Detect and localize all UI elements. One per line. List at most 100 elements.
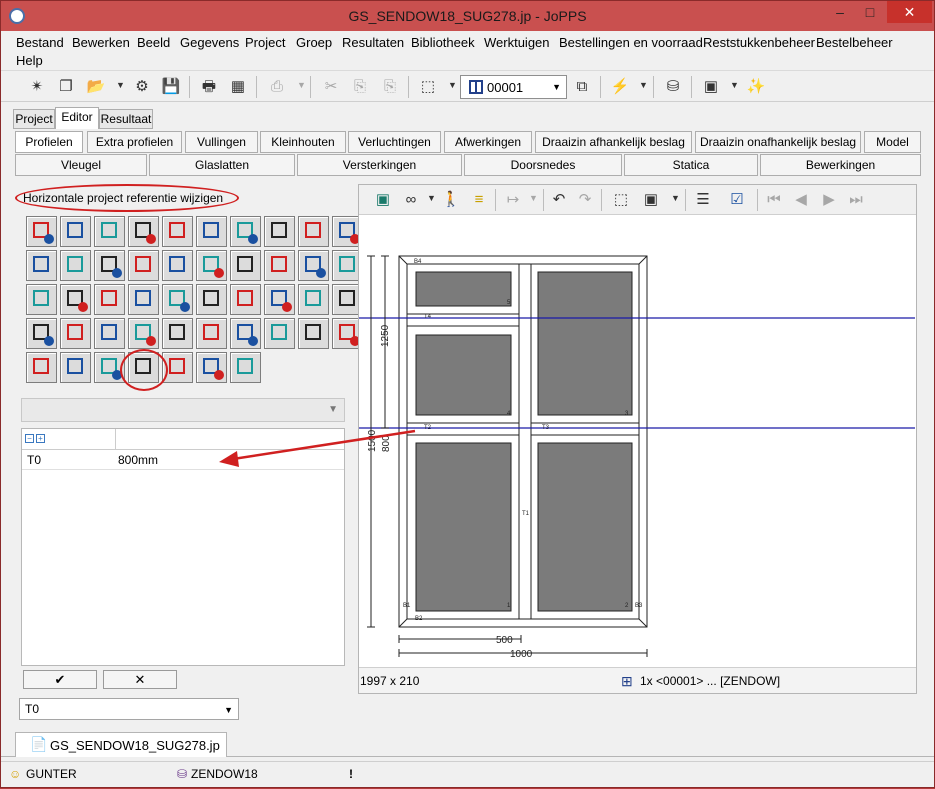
chevron-down-icon[interactable]: ▼ xyxy=(297,80,306,90)
subtab-bewerkingen[interactable]: Bewerkingen xyxy=(760,154,921,176)
expand-all-icon[interactable]: + xyxy=(36,434,45,443)
subtab-kleinhouten[interactable]: Kleinhouten xyxy=(260,131,346,153)
chevron-down-icon[interactable]: ▼ xyxy=(671,193,680,203)
subtab-model[interactable]: Model xyxy=(864,131,921,153)
subtab-statica[interactable]: Statica xyxy=(624,154,758,176)
glass-pane[interactable] xyxy=(537,271,633,416)
menu-gegevens[interactable]: Gegevens xyxy=(180,35,239,50)
table-icon[interactable]: ▦ xyxy=(226,75,250,99)
profile-tool-button[interactable] xyxy=(128,284,159,315)
chevron-down-icon[interactable]: ▼ xyxy=(448,80,457,90)
tab-project[interactable]: Project xyxy=(13,109,55,129)
subtab-extra-profielen[interactable]: Extra profielen xyxy=(87,131,182,153)
magic-wand-icon[interactable]: ✨ xyxy=(744,75,768,99)
chevron-down-icon[interactable]: ▼ xyxy=(529,193,538,203)
glass-pane[interactable] xyxy=(537,442,633,612)
align-left-icon[interactable]: ☰ xyxy=(691,188,715,212)
tab-editor[interactable]: Editor xyxy=(55,107,99,129)
subtab-vullingen[interactable]: Vullingen xyxy=(185,131,258,153)
menu-beeld[interactable]: Beeld xyxy=(137,35,170,50)
profile-tool-button[interactable] xyxy=(264,250,295,281)
profile-tool-button[interactable] xyxy=(162,216,193,247)
profile-tool-button[interactable] xyxy=(298,216,329,247)
profile-tool-button[interactable] xyxy=(230,352,261,383)
zoom-fit-icon[interactable]: ▣ xyxy=(639,188,663,212)
glass-pane[interactable] xyxy=(415,442,512,612)
close-button[interactable]: ✕ xyxy=(887,1,932,23)
profile-tool-button[interactable] xyxy=(26,352,57,383)
menu-groep[interactable]: Groep xyxy=(296,35,332,50)
alert-icon[interactable]: ! xyxy=(349,767,353,781)
collapse-all-icon[interactable]: − xyxy=(25,434,34,443)
profile-tool-button[interactable] xyxy=(60,216,91,247)
profile-tool-button[interactable] xyxy=(298,284,329,315)
save-icon[interactable]: 💾 xyxy=(159,75,183,99)
profile-tool-button[interactable] xyxy=(230,216,261,247)
profile-tool-button[interactable] xyxy=(196,318,227,349)
confirm-button[interactable]: ✔ xyxy=(23,670,97,689)
property-value[interactable]: 800mm xyxy=(118,453,158,467)
tab-resultaat[interactable]: Resultaat xyxy=(99,109,153,129)
profile-tool-button[interactable] xyxy=(26,250,57,281)
redo-icon[interactable]: ↷ xyxy=(573,188,597,212)
zoom-select-icon[interactable]: ⬚ xyxy=(609,188,633,212)
undo-icon[interactable]: ↶ xyxy=(547,188,571,212)
profile-tool-button[interactable] xyxy=(196,216,227,247)
last-icon[interactable]: ⏭ xyxy=(844,188,868,212)
printer-icon[interactable]: ⎙ xyxy=(265,75,289,99)
document-settings-icon[interactable]: ⚙ xyxy=(130,75,154,99)
menu-bestand[interactable]: Bestand xyxy=(16,35,64,50)
profile-tool-button[interactable] xyxy=(128,318,159,349)
profile-tool-button[interactable] xyxy=(196,284,227,315)
next-icon[interactable]: ▶ xyxy=(817,188,841,212)
layers-icon[interactable]: ≡ xyxy=(467,188,491,212)
previous-icon[interactable]: ◀ xyxy=(789,188,813,212)
subtab-glaslatten[interactable]: Glaslatten xyxy=(149,154,295,176)
profile-tool-button[interactable] xyxy=(196,250,227,281)
profile-tool-button[interactable] xyxy=(26,318,57,349)
windows-overview-icon[interactable]: ⧉ xyxy=(570,75,594,99)
subtab-verluchtingen[interactable]: Verluchtingen xyxy=(348,131,441,153)
subtab-versterkingen[interactable]: Versterkingen xyxy=(297,154,462,176)
profile-tool-button[interactable] xyxy=(230,284,261,315)
profile-tool-button[interactable] xyxy=(60,318,91,349)
maximize-button[interactable]: □ xyxy=(856,1,884,23)
chevron-down-icon[interactable]: ▼ xyxy=(116,80,125,90)
paste-icon[interactable]: ⎘ xyxy=(348,75,372,99)
profile-tool-button[interactable] xyxy=(60,284,91,315)
menu-bewerken[interactable]: Bewerken xyxy=(72,35,130,50)
cancel-button[interactable]: ✕ xyxy=(103,670,177,689)
profile-tool-button[interactable] xyxy=(94,216,125,247)
table-row[interactable]: T0 800mm xyxy=(22,450,344,470)
profile-tool-button[interactable] xyxy=(264,284,295,315)
cut-icon[interactable]: ✂ xyxy=(319,75,343,99)
menu-project[interactable]: Project xyxy=(245,35,285,50)
copy-icon[interactable]: ❐ xyxy=(54,75,78,99)
menu-reststukkenbeheer[interactable]: Reststukkenbeheer xyxy=(703,35,815,50)
subtab-vleugel[interactable]: Vleugel xyxy=(15,154,147,176)
menu-bibliotheek[interactable]: Bibliotheek xyxy=(411,35,475,50)
profile-tool-button[interactable] xyxy=(94,318,125,349)
select-frame-icon[interactable]: ⬚ xyxy=(416,75,440,99)
glasses-icon[interactable]: ∞ xyxy=(399,188,423,212)
chevron-down-icon[interactable]: ▼ xyxy=(427,193,436,203)
glass-pane[interactable] xyxy=(415,271,512,307)
profile-tool-button[interactable] xyxy=(60,250,91,281)
dimension-icon[interactable]: ↦ xyxy=(501,188,525,212)
profile-tool-button[interactable] xyxy=(26,284,57,315)
menu-resultaten[interactable]: Resultaten xyxy=(342,35,404,50)
minimize-button[interactable]: – xyxy=(826,1,854,23)
reference-select[interactable]: T0 ▼ xyxy=(19,698,239,720)
report-icon[interactable]: ▣ xyxy=(699,75,723,99)
profile-tool-button[interactable] xyxy=(128,216,159,247)
profile-tool-button[interactable] xyxy=(162,318,193,349)
menu-bestelbeheer[interactable]: Bestelbeheer xyxy=(816,35,893,50)
window-drawing[interactable]: B4 T4 T2 T3 T1 B1 B2 B3 1 2 3 4 5 1250 1… xyxy=(359,215,915,681)
profile-tool-button[interactable] xyxy=(162,284,193,315)
model-select[interactable]: 00001 ▼ xyxy=(460,75,567,99)
chevron-down-icon[interactable]: ▼ xyxy=(730,80,739,90)
new-icon[interactable]: ✴ xyxy=(25,75,49,99)
subtab-draaizin-afhankelijk[interactable]: Draaizin afhankelijk beslag xyxy=(535,131,692,153)
profile-tool-button[interactable] xyxy=(264,318,295,349)
menu-bestellingen[interactable]: Bestellingen en voorraad xyxy=(559,35,703,50)
